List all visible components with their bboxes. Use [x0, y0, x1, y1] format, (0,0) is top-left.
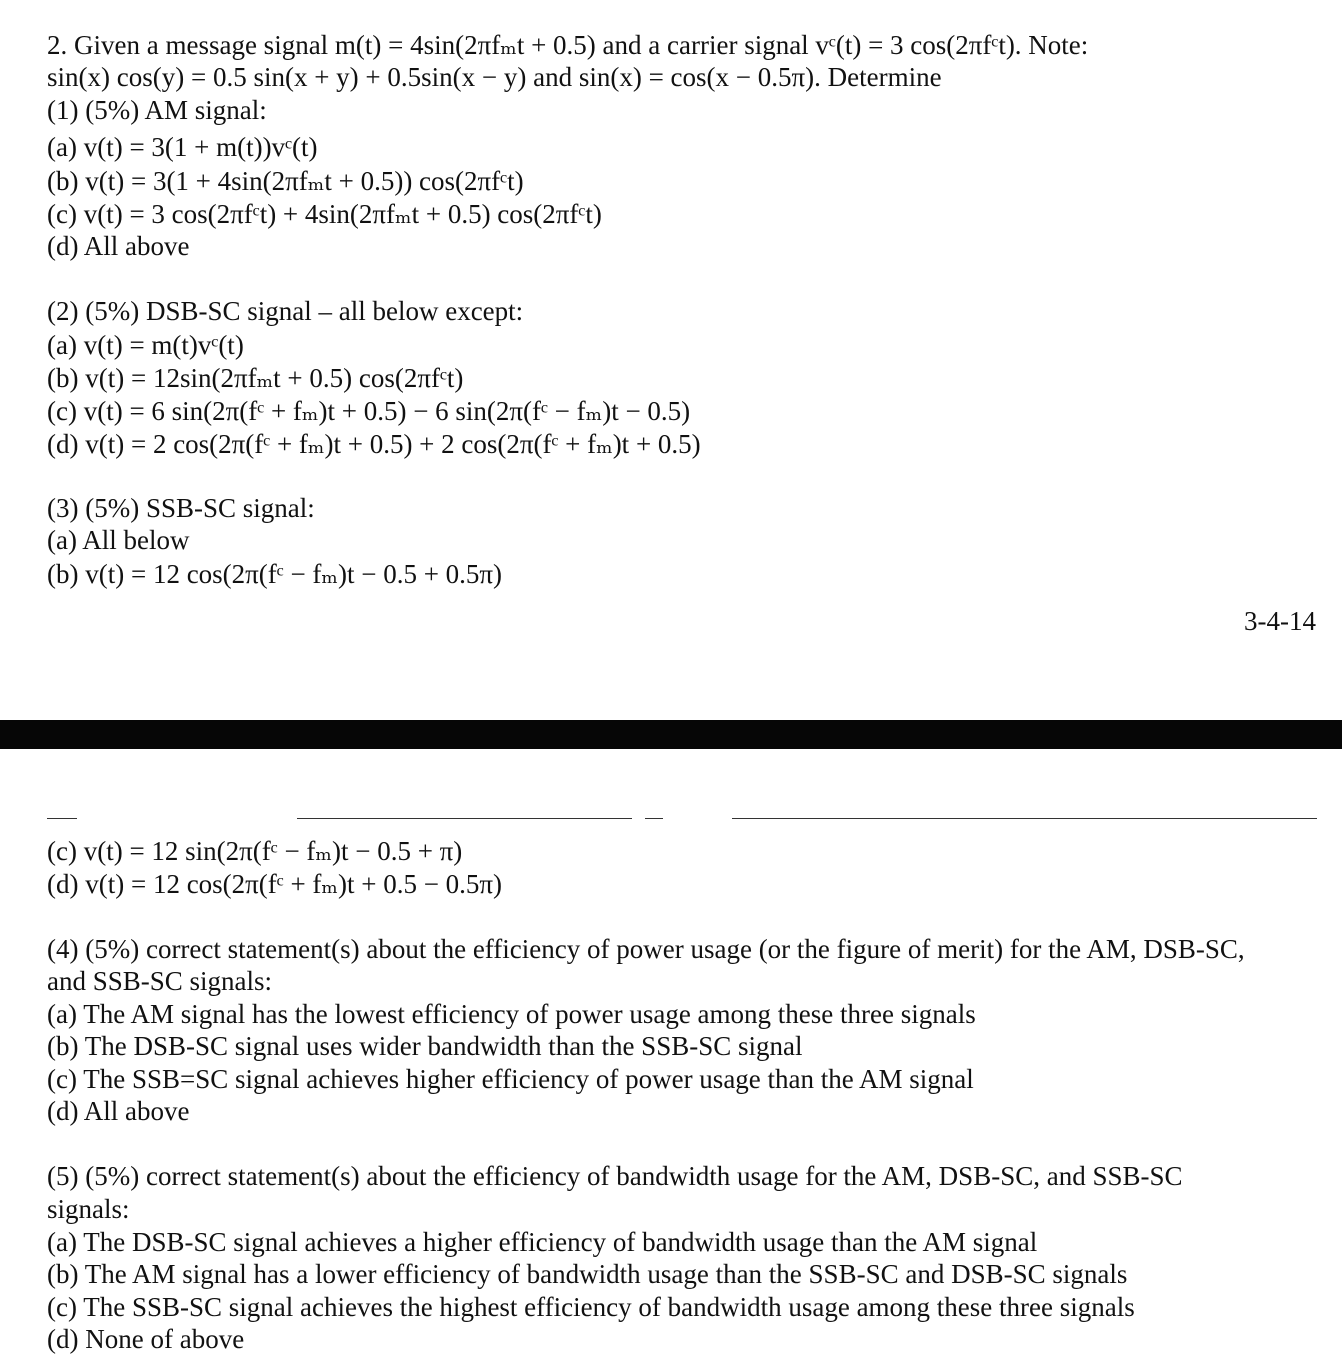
- q3-option-b: (b) v(t) = 12 cos(2π(fᶜ − fₘ)t − 0.5 + 0…: [47, 559, 503, 589]
- q3-option-c: (c) v(t) = 12 sin(2π(fᶜ − fₘ)t − 0.5 + π…: [47, 836, 463, 866]
- q2-heading: (2) (5%) DSB-SC signal – all below excep…: [47, 296, 524, 326]
- q2-option-a: (a) v(t) = m(t)vᶜ(t): [47, 330, 244, 360]
- q1-option-a: (a) v(t) = 3(1 + m(t))vᶜ(t): [47, 132, 318, 162]
- q5-option-c: (c) The SSB-SC signal achieves the highe…: [47, 1292, 1135, 1322]
- q4-option-c: (c) The SSB=SC signal achieves higher ef…: [47, 1064, 974, 1094]
- q4-option-b: (b) The DSB-SC signal uses wider bandwid…: [47, 1031, 803, 1061]
- scan-artifact-rule: [732, 818, 1317, 819]
- q4-heading-line-2: and SSB-SC signals:: [47, 966, 273, 996]
- problem-intro-line-1: 2. Given a message signal m(t) = 4sin(2π…: [47, 30, 1089, 60]
- q1-option-b: (b) v(t) = 3(1 + 4sin(2πfₘt + 0.5)) cos(…: [47, 166, 524, 196]
- q2-option-c: (c) v(t) = 6 sin(2π(fᶜ + fₘ)t + 0.5) − 6…: [47, 396, 691, 426]
- q5-option-a: (a) The DSB-SC signal achieves a higher …: [47, 1227, 1038, 1257]
- page-number: 3-4-14: [1244, 606, 1316, 636]
- q5-heading-line-2: signals:: [47, 1194, 130, 1224]
- q2-option-b: (b) v(t) = 12sin(2πfₘt + 0.5) cos(2πfᶜt): [47, 363, 464, 393]
- scan-artifact-rule: [297, 818, 632, 819]
- q3-option-d: (d) v(t) = 12 cos(2π(fᶜ + fₘ)t + 0.5 − 0…: [47, 869, 503, 899]
- q1-option-c: (c) v(t) = 3 cos(2πfᶜt) + 4sin(2πfₘt + 0…: [47, 199, 602, 229]
- page-break-bar: [0, 720, 1342, 749]
- q5-option-d: (d) None of above: [47, 1324, 245, 1354]
- q4-heading-line-1: (4) (5%) correct statement(s) about the …: [47, 934, 1245, 964]
- q3-heading: (3) (5%) SSB-SC signal:: [47, 493, 315, 523]
- q2-option-d: (d) v(t) = 2 cos(2π(fᶜ + fₘ)t + 0.5) + 2…: [47, 429, 701, 459]
- q4-option-a: (a) The AM signal has the lowest efficie…: [47, 999, 976, 1029]
- q1-heading: (1) (5%) AM signal:: [47, 95, 267, 125]
- q4-option-d: (d) All above: [47, 1096, 190, 1126]
- scan-artifact-rule: [645, 818, 663, 819]
- scan-artifact-rule: [47, 818, 77, 819]
- problem-intro-line-2: sin(x) cos(y) = 0.5 sin(x + y) + 0.5sin(…: [47, 62, 942, 92]
- q5-option-b: (b) The AM signal has a lower efficiency…: [47, 1259, 1128, 1289]
- q3-option-a: (a) All below: [47, 525, 190, 555]
- q5-heading-line-1: (5) (5%) correct statement(s) about the …: [47, 1161, 1183, 1191]
- q1-option-d: (d) All above: [47, 231, 190, 261]
